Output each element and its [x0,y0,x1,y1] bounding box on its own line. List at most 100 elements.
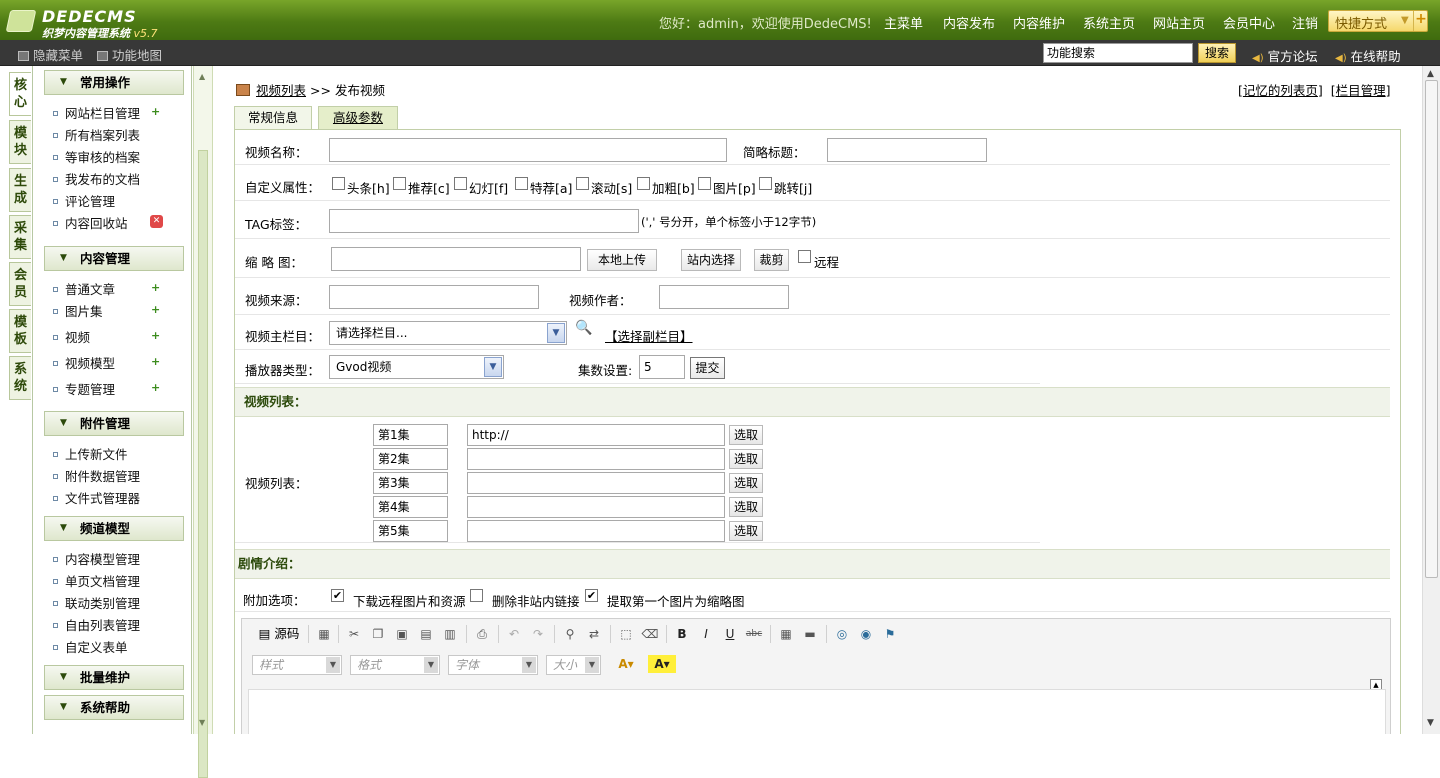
crop-button[interactable]: 裁剪 [754,249,789,271]
left-tab-generate[interactable]: 生成 [9,168,31,212]
left-tab-collect[interactable]: 采集 [9,215,31,259]
player-type-select[interactable]: Gvod视频 ▼ [329,355,504,379]
menu-item[interactable]: 网站栏目管理 [53,103,140,122]
style-select[interactable]: 样式 ▼ [252,655,342,675]
episode-name-input[interactable]: 第2集 [373,448,448,470]
horizontal-rule-icon[interactable]: ▬ [800,625,820,643]
menu-section-help[interactable]: ▼ 系统帮助 [44,695,184,720]
source-input[interactable] [329,285,539,309]
left-tab-module[interactable]: 模块 [9,120,31,164]
author-input[interactable] [659,285,789,309]
select-all-icon[interactable]: ⬚ [616,625,636,643]
menu-item[interactable]: 自由列表管理 [53,615,140,634]
breadcrumb-video-list-link[interactable]: 视频列表 [256,83,306,98]
background-color-icon[interactable]: A▾ [648,655,676,673]
menu-section-content[interactable]: ▼ 内容管理 [44,246,184,271]
paste-icon[interactable]: ▣ [392,625,412,643]
tab-general[interactable]: 常规信息 [234,106,312,130]
scroll-up-icon[interactable]: ▲ [1427,69,1434,79]
attr-checkbox[interactable] [576,177,589,190]
table-icon[interactable]: ▦ [776,625,796,643]
menu-item[interactable]: 内容模型管理 [53,549,140,568]
local-upload-button[interactable]: 本地上传 [587,249,657,271]
episode-name-input[interactable]: 第1集 [373,424,448,446]
menu-item[interactable]: 我发布的文档 [53,169,140,188]
menu-item[interactable]: 等审核的档案 [53,147,140,166]
title-input[interactable] [329,138,727,162]
add-icon[interactable]: + [151,106,163,117]
menu-item[interactable]: 单页文档管理 [53,571,140,590]
nav-site-home[interactable]: 网站主页 [1153,13,1205,32]
remembered-list-link[interactable]: 记忆的列表页 [1243,83,1318,98]
left-tab-system[interactable]: 系统 [9,356,31,400]
site-map-button[interactable]: 功能地图 [97,45,162,64]
episode-pick-button[interactable]: 选取 [729,497,763,517]
attr-checkbox[interactable] [332,177,345,190]
episode-pick-button[interactable]: 选取 [729,425,763,445]
episode-pick-button[interactable]: 选取 [729,473,763,493]
episode-pick-button[interactable]: 选取 [729,521,763,541]
scroll-down-icon[interactable]: ▼ [199,718,205,727]
menu-scrollbar[interactable]: ▲ ▼ [193,66,213,778]
source-button[interactable]: ▤ 源码 [254,625,304,643]
attr-checkbox[interactable] [698,177,711,190]
menu-section-channel[interactable]: ▼ 频道模型 [44,516,184,541]
episode-name-input[interactable]: 第5集 [373,520,448,542]
menu-item[interactable]: 视频模型 [53,353,115,372]
underline-icon[interactable]: U [720,625,740,643]
menu-item[interactable]: 专题管理 [53,379,115,398]
left-tab-core[interactable]: 核心 [9,72,31,116]
episodes-submit-button[interactable]: 提交 [690,357,725,379]
paste-text-icon[interactable]: ▤ [416,625,436,643]
episode-url-input[interactable] [467,496,725,518]
first-image-thumb-checkbox[interactable]: ✔ [585,589,598,602]
page-scrollbar[interactable]: ▲ ▼ [1422,66,1440,734]
add-icon[interactable]: + [151,282,163,293]
attr-checkbox[interactable] [637,177,650,190]
menu-item[interactable]: 附件数据管理 [53,466,140,485]
menu-item[interactable]: 评论管理 [53,191,115,210]
site-select-button[interactable]: 站内选择 [681,249,741,271]
episode-url-input[interactable] [467,472,725,494]
tab-advanced[interactable]: 高级参数 [318,106,398,130]
editor-content-area[interactable] [248,689,1386,734]
add-icon[interactable]: + [151,356,163,367]
cut-icon[interactable]: ✂ [344,625,364,643]
category-select[interactable]: 请选择栏目... ▼ [329,321,567,345]
scrollbar-thumb[interactable] [1425,80,1438,578]
episode-url-input[interactable] [467,448,725,470]
menu-item[interactable]: 所有档案列表 [53,125,140,144]
thumbnail-input[interactable] [331,247,581,271]
recycle-bin-icon[interactable]: ✕ [150,215,163,228]
undo-icon[interactable]: ↶ [504,625,524,643]
attr-checkbox[interactable] [515,177,528,190]
episode-url-input[interactable]: http:// [467,424,725,446]
strikethrough-icon[interactable]: abc [744,625,764,643]
add-icon[interactable]: + [151,330,163,341]
bold-icon[interactable]: B [672,625,692,643]
attr-checkbox[interactable] [454,177,467,190]
menu-item[interactable]: 自定义表单 [53,637,128,656]
menu-item[interactable]: 上传新文件 [53,444,128,463]
anchor-flag-icon[interactable]: ⚑ [880,625,900,643]
menu-item[interactable]: 联动类别管理 [53,593,140,612]
nav-system-home[interactable]: 系统主页 [1083,13,1135,32]
left-tab-template[interactable]: 模板 [9,309,31,353]
copy-icon[interactable]: ❐ [368,625,388,643]
eraser-icon[interactable]: ⌫ [640,625,660,643]
remove-links-checkbox[interactable] [470,589,483,602]
attr-checkbox[interactable] [393,177,406,190]
help-link[interactable]: ◀) 在线帮助 [1335,46,1401,65]
redo-icon[interactable]: ↷ [528,625,548,643]
short-title-input[interactable] [827,138,987,162]
sub-category-link[interactable]: 【选择副栏目】 [605,326,693,345]
attr-checkbox[interactable] [759,177,772,190]
nav-main-menu[interactable]: 主菜单 [884,13,923,32]
forum-link[interactable]: ◀) 官方论坛 [1252,46,1318,65]
tag-input[interactable] [329,209,639,233]
size-select[interactable]: 大小 ▼ [546,655,601,675]
replace-icon[interactable]: ⇄ [584,625,604,643]
plus-icon[interactable]: + [1413,11,1428,31]
link-icon[interactable]: ◎ [832,625,852,643]
episode-name-input[interactable]: 第4集 [373,496,448,518]
